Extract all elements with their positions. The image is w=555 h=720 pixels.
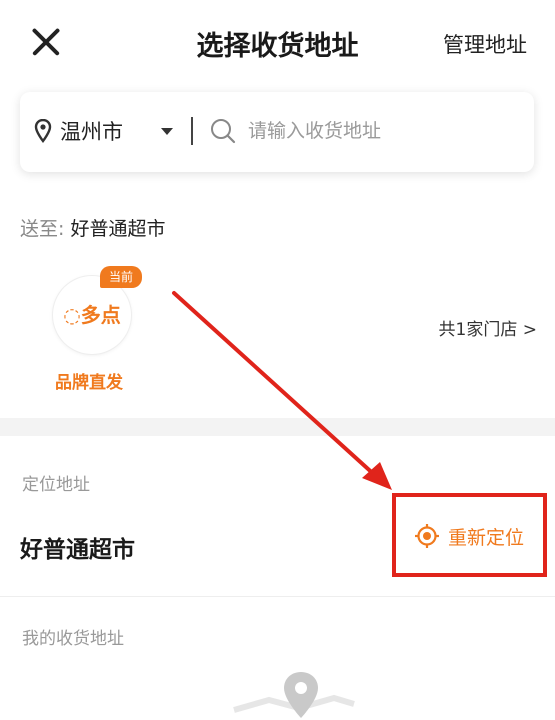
- divider: [0, 596, 555, 597]
- flame-icon: ◌: [63, 303, 81, 327]
- logo-text: ◌多点: [53, 299, 131, 328]
- location-pin-icon: [34, 119, 52, 143]
- store-count-link[interactable]: 共1家门店 >: [439, 315, 537, 340]
- divider: [191, 117, 193, 145]
- located-address-name[interactable]: 好普通超市: [20, 530, 135, 564]
- header: 选择收货地址 管理地址: [0, 0, 555, 84]
- city-selector[interactable]: 温州市: [60, 116, 123, 146]
- brand-label: 品牌直发: [55, 373, 123, 393]
- manage-address-link[interactable]: 管理地址: [443, 29, 527, 59]
- address-search-bar: 温州市: [20, 92, 534, 172]
- search-input[interactable]: [248, 114, 518, 148]
- located-address-heading: 定位地址: [22, 475, 90, 495]
- my-addresses-heading: 我的收货地址: [22, 629, 124, 649]
- locate-target-icon: [415, 524, 439, 548]
- current-badge: 当前: [100, 266, 142, 288]
- deliver-prefix: 送至:: [20, 218, 65, 240]
- logo-label: 多点: [80, 303, 121, 327]
- deliver-store-name: 好普通超市: [70, 218, 166, 240]
- search-icon: [211, 119, 236, 144]
- relocate-label: 重新定位: [448, 527, 525, 549]
- relocate-button[interactable]: 重新定位: [392, 493, 547, 577]
- deliver-to: 送至: 好普通超市: [20, 214, 165, 241]
- caret-down-icon[interactable]: [161, 128, 173, 135]
- section-separator: [0, 418, 555, 436]
- empty-map-pin-icon: [233, 672, 355, 718]
